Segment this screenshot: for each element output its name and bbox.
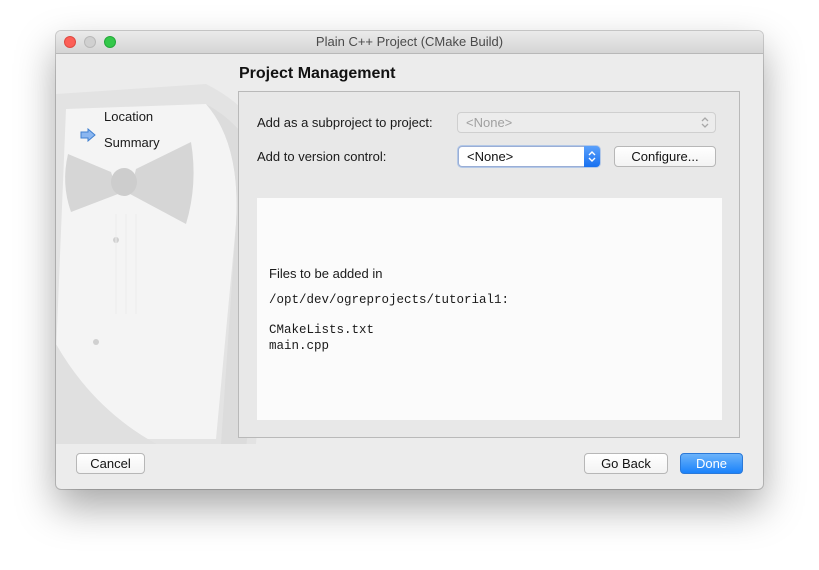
files-summary: Files to be added in /opt/dev/ogreprojec… — [257, 198, 722, 420]
summary-path: /opt/dev/ogreprojects/tutorial1: — [269, 293, 510, 307]
subproject-label: Add as a subproject to project: — [257, 115, 433, 130]
updown-chevron-icon — [588, 151, 596, 162]
page-title: Project Management — [239, 65, 396, 82]
configure-button[interactable]: Configure... — [614, 146, 716, 167]
go-back-button[interactable]: Go Back — [584, 453, 668, 474]
done-button[interactable]: Done — [680, 453, 743, 474]
summary-heading: Files to be added in — [269, 266, 383, 281]
close-window-button[interactable] — [64, 36, 76, 48]
step-summary-label: Summary — [104, 135, 160, 150]
step-location: Location — [104, 109, 153, 124]
version-control-label: Add to version control: — [257, 149, 387, 164]
window-title: Plain C++ Project (CMake Build) — [315, 34, 504, 49]
file-item: CMakeLists.txt — [269, 323, 375, 337]
subproject-select: <None> — [457, 112, 716, 133]
current-step-arrow-icon — [80, 128, 96, 142]
step-location-label: Location — [104, 109, 154, 124]
cancel-button[interactable]: Cancel — [76, 453, 145, 474]
version-control-value: <None> — [467, 149, 514, 164]
wizard-sidebar: Location Summary — [56, 54, 276, 444]
project-management-panel: Add as a subproject to project: <None> A… — [238, 91, 740, 438]
maximize-window-button[interactable] — [104, 36, 116, 48]
wizard-window: Plain C++ Project (CMake Build) Location… — [56, 31, 763, 489]
updown-chevron-icon — [701, 117, 709, 128]
version-control-select[interactable]: <None> — [458, 146, 600, 167]
title-bar[interactable]: Plain C++ Project (CMake Build) — [56, 31, 763, 54]
subproject-value: <None> — [466, 115, 513, 130]
file-item: main.cpp — [269, 339, 330, 353]
popup-stepper — [584, 146, 600, 167]
minimize-window-button — [84, 36, 96, 48]
step-summary: Summary — [104, 135, 160, 150]
